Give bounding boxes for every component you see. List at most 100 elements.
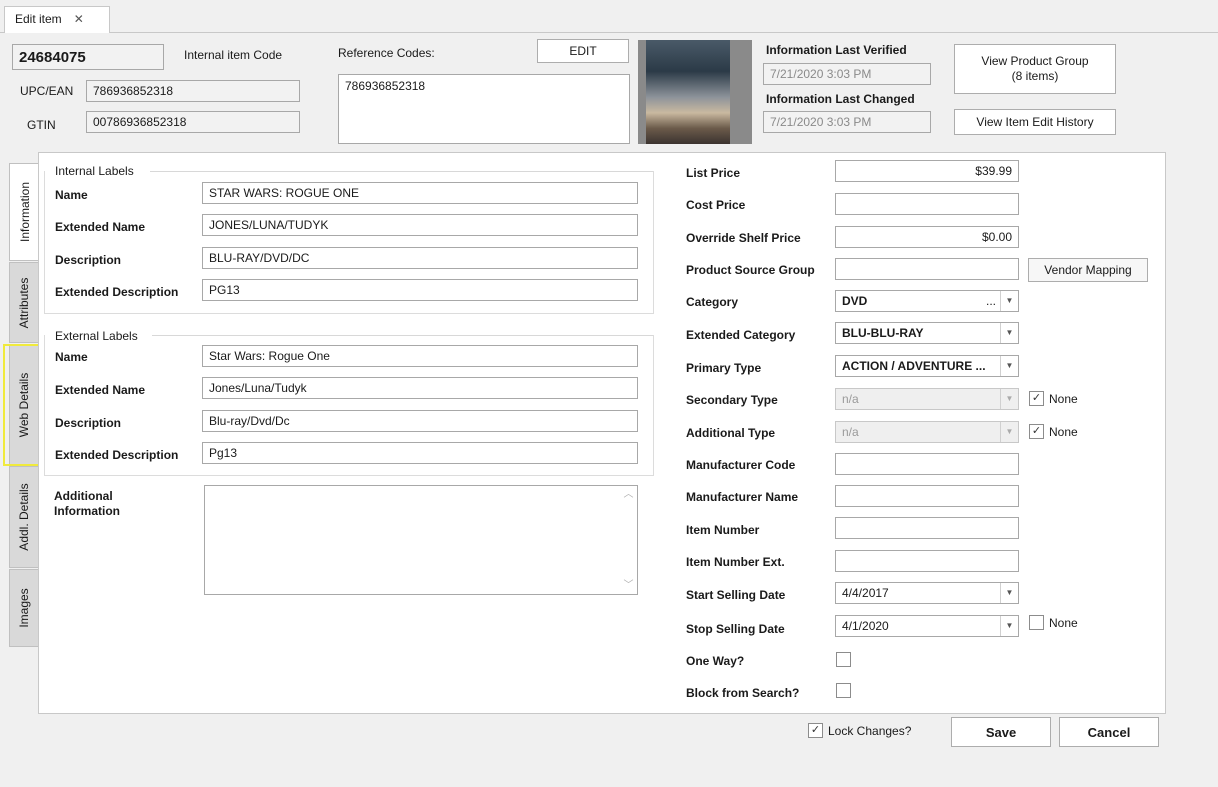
stop-selling-none-checkbox[interactable] [1029,615,1044,630]
override-shelf-price-label: Override Shelf Price [686,231,801,245]
external-desc-label: Description [55,416,122,430]
secondary-type-none-label: None [1049,392,1078,406]
product-source-group-field[interactable] [835,258,1019,280]
additional-info-textarea[interactable]: ︿ ﹀ [204,485,638,595]
upc-field[interactable]: 786936852318 [86,80,300,102]
tab-edit-item[interactable]: Edit item ✕ [4,6,110,34]
product-image [646,40,730,144]
internal-name-field[interactable]: STAR WARS: ROGUE ONE [202,182,638,204]
external-name-field[interactable]: Star Wars: Rogue One [202,345,638,367]
additional-type-none-checkbox[interactable]: ✓ [1029,424,1044,439]
category-browse-icon[interactable]: ... [986,294,996,308]
primary-type-value: ACTION / ADVENTURE ... [842,359,986,373]
secondary-type-select[interactable]: n/a ▼ [835,388,1019,410]
tab-addl-details[interactable]: Addl. Details [9,466,39,568]
one-way-label: One Way? [686,654,745,668]
item-number-ext-label: Item Number Ext. [686,555,785,569]
secondary-type-none-checkbox[interactable]: ✓ [1029,391,1044,406]
web-details-highlight [3,344,43,466]
scroll-down-icon[interactable]: ﹀ [620,577,637,594]
one-way-checkbox[interactable] [836,652,851,667]
additional-type-none-label: None [1049,425,1078,439]
tab-information[interactable]: Information [9,163,39,261]
lock-changes-label: Lock Changes? [828,724,912,738]
category-label: Category [686,295,739,309]
stop-selling-date-label: Stop Selling Date [686,622,785,636]
stop-selling-date-value: 4/1/2020 [842,619,889,633]
extended-category-select[interactable]: BLU-BLU-RAY ▼ [835,322,1019,344]
chevron-down-icon[interactable]: ▼ [1000,389,1018,409]
primary-type-select[interactable]: ACTION / ADVENTURE ... ▼ [835,355,1019,377]
stop-selling-date-picker[interactable]: 4/1/2020 ▼ [835,615,1019,637]
extended-category-value: BLU-BLU-RAY [842,326,924,340]
tab-addl-details-label: Addl. Details [17,483,31,551]
additional-info-label: Additional Information [54,489,120,519]
tab-attributes[interactable]: Attributes [9,262,39,343]
tab-information-label: Information [17,181,32,243]
item-number-field[interactable] [835,517,1019,539]
block-from-search-checkbox[interactable] [836,683,851,698]
external-labels-title: External Labels [55,329,142,343]
stop-selling-none-label: None [1049,616,1078,630]
additional-type-select[interactable]: n/a ▼ [835,421,1019,443]
vendor-mapping-button[interactable]: Vendor Mapping [1028,258,1148,282]
additional-info-scrollbar[interactable]: ︿ ﹀ [620,486,637,594]
manufacturer-name-field[interactable] [835,485,1019,507]
internal-ext-desc-field[interactable]: PG13 [202,279,638,301]
poster-border-right [730,40,752,144]
reference-codes-list[interactable]: 786936852318 [338,74,630,144]
chevron-down-icon[interactable]: ▼ [1000,323,1018,343]
secondary-type-value: n/a [842,392,859,406]
start-selling-date-picker[interactable]: 4/4/2017 ▼ [835,582,1019,604]
additional-info-label-line1: Additional [54,489,113,503]
close-icon[interactable]: ✕ [74,12,84,26]
additional-type-label: Additional Type [686,426,776,440]
secondary-type-label: Secondary Type [686,393,778,407]
chevron-down-icon[interactable]: ▼ [1000,422,1018,442]
reference-code-item[interactable]: 786936852318 [345,79,623,93]
reference-codes-label: Reference Codes: [338,46,435,60]
chevron-down-icon[interactable]: ▼ [1000,356,1018,376]
item-code-field: 24684075 [12,44,164,70]
list-price-field[interactable]: $39.99 [835,160,1019,182]
chevron-down-icon[interactable]: ▼ [1000,291,1018,311]
item-number-ext-field[interactable] [835,550,1019,572]
external-desc-field[interactable]: Blu-ray/Dvd/Dc [202,410,638,432]
edit-reference-codes-button[interactable]: EDIT [537,39,629,63]
item-number-label: Item Number [686,523,760,537]
manufacturer-code-label: Manufacturer Code [686,458,796,472]
upc-label: UPC/EAN [20,84,74,98]
category-value: DVD [842,294,868,308]
lock-changes-checkbox[interactable]: ✓ [808,723,823,738]
save-button[interactable]: Save [951,717,1051,747]
poster-border-left [638,40,646,144]
last-verified-field: 7/21/2020 3:03 PM [763,63,931,85]
view-product-group-button[interactable]: View Product Group (8 items) [954,44,1116,94]
external-ext-name-field[interactable]: Jones/Luna/Tudyk [202,377,638,399]
additional-type-value: n/a [842,425,859,439]
last-changed-label: Information Last Changed [766,92,915,106]
internal-ext-name-field[interactable]: JONES/LUNA/TUDYK [202,214,638,236]
scroll-up-icon[interactable]: ︿ [620,486,637,503]
tab-attributes-label: Attributes [17,277,31,328]
cost-price-label: Cost Price [686,198,746,212]
external-name-label: Name [55,350,88,364]
override-shelf-price-field[interactable]: $0.00 [835,226,1019,248]
start-selling-date-label: Start Selling Date [686,588,786,602]
additional-info-label-line2: Information [54,504,120,518]
chevron-down-icon[interactable]: ▼ [1000,616,1018,636]
tab-images[interactable]: Images [9,569,39,647]
cancel-button[interactable]: Cancel [1059,717,1159,747]
category-select[interactable]: DVD ... ▼ [835,290,1019,312]
list-price-label: List Price [686,166,741,180]
internal-ext-name-label: Extended Name [55,220,146,234]
cost-price-field[interactable] [835,193,1019,215]
internal-desc-field[interactable]: BLU-RAY/DVD/DC [202,247,638,269]
product-source-group-label: Product Source Group [686,263,815,277]
chevron-down-icon[interactable]: ▼ [1000,583,1018,603]
external-ext-desc-field[interactable]: Pg13 [202,442,638,464]
view-item-edit-history-button[interactable]: View Item Edit History [954,109,1116,135]
manufacturer-code-field[interactable] [835,453,1019,475]
last-changed-field: 7/21/2020 3:03 PM [763,111,931,133]
gtin-field[interactable]: 00786936852318 [86,111,300,133]
